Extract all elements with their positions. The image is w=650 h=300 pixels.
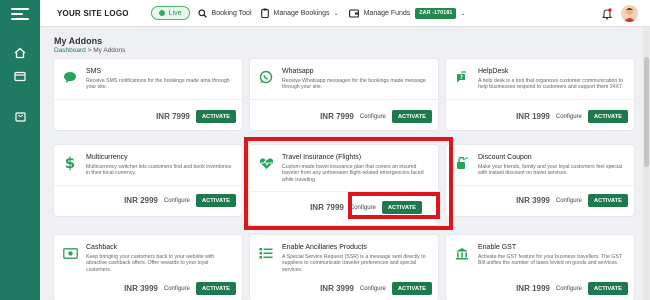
configure-button[interactable]: Configure <box>163 197 190 204</box>
activate-button[interactable]: ACTIVATE <box>391 282 432 295</box>
addon-price: INR 7999 <box>156 112 190 121</box>
scrollbar[interactable] <box>643 27 650 300</box>
bank-icon <box>454 245 470 261</box>
divider <box>446 185 634 186</box>
avatar[interactable] <box>621 5 638 22</box>
wallet-icon[interactable] <box>0 68 40 84</box>
activate-button[interactable]: ACTIVATE <box>587 194 628 207</box>
activate-button[interactable]: ACTIVATE <box>195 282 236 295</box>
addon-actions: INR 3999 Configure ACTIVATE <box>516 194 628 207</box>
addon-price: INR 3999 <box>320 284 354 293</box>
scrollbar-thumb[interactable] <box>644 57 649 167</box>
live-label: Live <box>168 9 182 17</box>
addon-price: INR 3999 <box>516 196 550 205</box>
highlight-box-activate <box>348 192 440 219</box>
addon-actions: INR 7999 ACTIVATE <box>156 110 236 123</box>
addon-title: Whatsapp <box>282 68 314 75</box>
search-icon <box>197 8 207 18</box>
addon-description: Activate the GST feature for your busine… <box>478 254 622 267</box>
addon-title: Multicurrency <box>86 154 128 161</box>
activate-button[interactable]: ACTIVATE <box>195 110 236 123</box>
sidebar <box>0 0 40 300</box>
live-toggle[interactable]: Live <box>150 6 190 20</box>
svg-text:?: ? <box>460 75 463 81</box>
addon-title: HelpDesk <box>478 68 509 75</box>
addon-title: SMS <box>86 68 102 75</box>
addon-actions: INR 7999 Configure ACTIVATE <box>320 110 432 123</box>
configure-button[interactable]: Configure <box>359 285 386 292</box>
top-header: YOUR SITE LOGO Live Booking Tool Manage … <box>40 0 650 27</box>
nav-manage-bookings[interactable]: Manage Bookings ⌄ <box>260 8 339 18</box>
list-icon <box>258 245 274 261</box>
configure-button[interactable]: Configure <box>555 197 582 204</box>
addon-card-whatsapp: Whatsapp Receive Whatsapp messages for t… <box>250 59 438 130</box>
addon-price: INR 2999 <box>124 196 158 205</box>
addon-price: INR 1999 <box>516 284 550 293</box>
dollar-icon: $ <box>64 154 76 172</box>
configure-button[interactable]: Configure <box>163 285 190 292</box>
addon-card-ancillaries: Enable Ancillaries Products A Special Se… <box>250 235 438 300</box>
addon-actions: INR 1999 Configure ACTIVATE <box>516 110 628 123</box>
funds-balance-badge: ZAR -170181 <box>415 7 457 19</box>
configure-button[interactable]: Configure <box>555 113 582 120</box>
nav-manage-funds[interactable]: Manage Funds ZAR -170181 ⌄ <box>348 7 466 19</box>
addon-price: INR 3999 <box>124 284 158 293</box>
addon-card-helpdesk: ? HelpDesk A help desk is a tool that or… <box>446 59 634 130</box>
addon-description: Receive SMS notifications for the bookin… <box>86 78 230 91</box>
divider <box>250 99 438 100</box>
breadcrumb-current: My Addons <box>93 47 126 54</box>
clipboard-icon <box>260 8 269 18</box>
breadcrumb-dashboard-link[interactable]: Dashboard <box>54 47 86 54</box>
addon-card-sms: SMS Receive SMS notifications for the bo… <box>54 59 242 130</box>
coupon-icon <box>454 155 470 171</box>
addon-description: A Special Service Request (SSR) is a mes… <box>282 254 426 273</box>
configure-button[interactable]: Configure <box>359 113 386 120</box>
activate-button[interactable]: ACTIVATE <box>195 194 236 207</box>
addon-actions: INR 3999 Configure ACTIVATE <box>320 282 432 295</box>
divider <box>54 99 242 100</box>
bell-icon[interactable] <box>601 7 613 25</box>
addon-title: Enable Ancillaries Products <box>282 244 367 251</box>
live-status-icon <box>158 10 165 16</box>
chevron-down-icon: ⌄ <box>460 10 466 17</box>
cashback-icon <box>62 245 78 261</box>
addon-price: INR 1999 <box>516 112 550 121</box>
chevron-down-icon: ⌄ <box>333 10 339 17</box>
addon-card-cashback: Cashback Keep bringing your customers ba… <box>54 235 242 300</box>
activate-button[interactable]: ACTIVATE <box>587 282 628 295</box>
divider <box>54 185 242 186</box>
menu-icon[interactable] <box>11 8 29 22</box>
wallet-icon <box>348 8 359 18</box>
site-logo: YOUR SITE LOGO <box>57 8 129 18</box>
addon-actions: INR 3999 Configure ACTIVATE <box>124 282 236 295</box>
addon-description: Multicurrency switcher lets customers fi… <box>86 164 232 177</box>
breadcrumb-separator: > <box>87 47 92 54</box>
addon-title: Enable GST <box>478 244 517 251</box>
addon-actions: INR 2999 Configure ACTIVATE <box>124 194 236 207</box>
addon-title: Cashback <box>86 244 118 251</box>
addon-card-discount-coupon: Discount Coupon Make your friends, famil… <box>446 145 634 216</box>
activate-button[interactable]: ACTIVATE <box>391 110 432 123</box>
activate-button[interactable]: ACTIVATE <box>587 110 628 123</box>
breadcrumb: Dashboard > My Addons <box>54 47 125 54</box>
page-title: My Addons <box>54 36 103 46</box>
helpdesk-icon: ? <box>454 69 470 85</box>
addon-description: Keep bringing your customers back to you… <box>86 254 215 273</box>
whatsapp-icon <box>258 69 274 85</box>
addon-price: INR 7999 <box>320 112 354 121</box>
addon-description: Make your friends, family and your loyal… <box>478 164 623 177</box>
home-icon[interactable] <box>0 45 40 61</box>
addon-description: Receive Whatsapp messages for the bookin… <box>282 78 426 91</box>
configure-button[interactable]: Configure <box>555 285 582 292</box>
divider <box>446 99 634 100</box>
addon-actions: INR 1999 Configure ACTIVATE <box>516 282 628 295</box>
addon-card-multicurrency: $ Multicurrency Multicurrency switcher l… <box>54 145 242 216</box>
addon-title: Discount Coupon <box>478 154 532 161</box>
shopping-bag-icon[interactable] <box>0 108 40 124</box>
nav-booking-tool[interactable]: Booking Tool <box>197 8 252 18</box>
addon-card-gst: Enable GST Activate the GST feature for … <box>446 235 634 300</box>
addon-description: A help desk is a tool that organizes cus… <box>478 78 624 91</box>
chat-bubble-icon <box>62 69 78 85</box>
